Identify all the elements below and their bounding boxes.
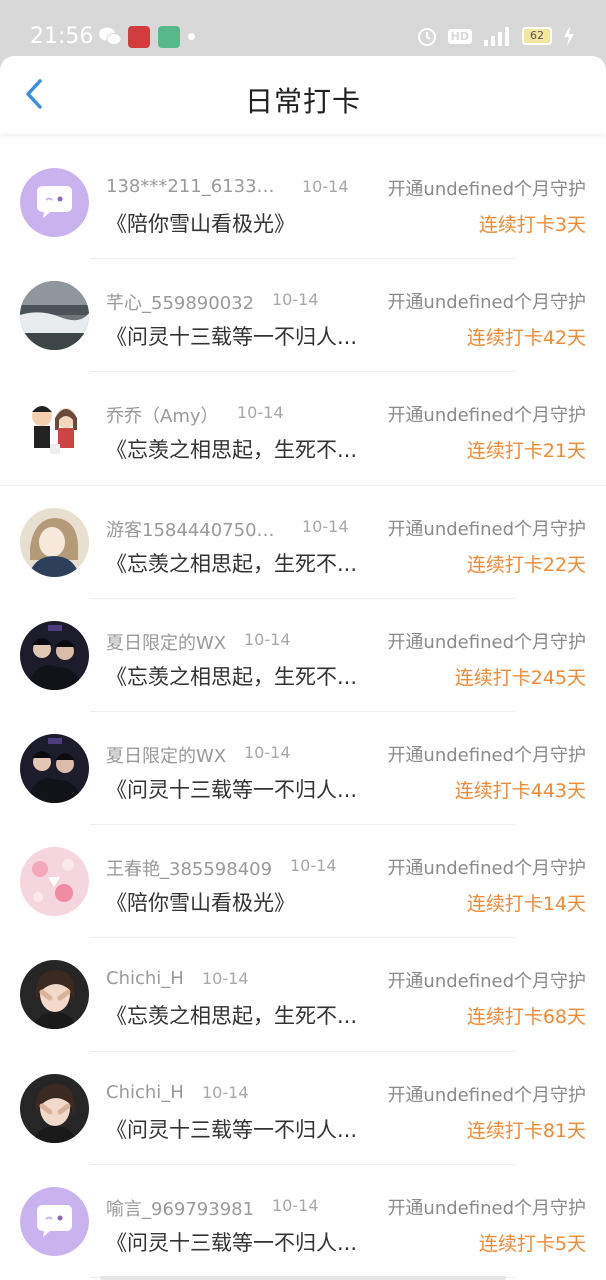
list-item[interactable]: 138***211_61333... 10-14 开通undefined个月守护《陪… bbox=[0, 146, 606, 260]
girl-face-cover-avatar[interactable] bbox=[20, 1073, 89, 1143]
guard-status: 开通undefined个月守护 bbox=[387, 971, 586, 993]
dot-icon bbox=[188, 33, 195, 40]
checkin-date: 10-14 bbox=[302, 177, 349, 196]
app-icon-red bbox=[128, 26, 150, 48]
song-title: 《忘羡之相思起，生死不... bbox=[106, 551, 358, 576]
battery-icon: 62 bbox=[522, 27, 552, 45]
chat-bubble-avatar[interactable] bbox=[20, 168, 89, 237]
streak-count: 连续打卡21天 bbox=[466, 440, 586, 463]
song-title: 《忘羡之相思起，生死不... bbox=[106, 1004, 358, 1029]
user-name: 乔乔（Amy） bbox=[106, 406, 219, 428]
guard-status: 开通undefined个月守护 bbox=[387, 292, 586, 314]
user-name: 喻言_969793981 bbox=[106, 1198, 255, 1220]
list-item[interactable]: Chichi_H 10-14 开通undefined个月守护《忘羡之相思起，生死不.… bbox=[0, 938, 606, 1052]
streak-count: 连续打卡22天 bbox=[466, 553, 586, 576]
checkin-date: 10-14 bbox=[202, 1082, 249, 1102]
user-name: 夏日限定的WX bbox=[106, 632, 227, 654]
alarm-icon bbox=[417, 28, 436, 46]
checkin-date: 10-14 bbox=[272, 290, 319, 310]
list-item[interactable]: 王春艳_385598409 10-14 开通undefined个月守护《陪你雪山看极… bbox=[0, 825, 606, 939]
streak-count: 连续打卡3天 bbox=[478, 214, 586, 236]
two-men-photo-avatar[interactable] bbox=[20, 620, 89, 690]
user-name: 游客15844407500... bbox=[106, 519, 284, 541]
list-item[interactable]: 夏日限定的WX 10-14 开通undefined个月守护《问灵十三载等一不归人..… bbox=[0, 712, 606, 826]
list-item[interactable]: Chichi_H 10-14 开通undefined个月守护《问灵十三载等一不归人.… bbox=[0, 1052, 606, 1165]
wechat-icon bbox=[99, 27, 122, 45]
streak-count: 连续打卡81天 bbox=[466, 1119, 586, 1142]
user-name: Chichi_H bbox=[106, 968, 184, 990]
girl-face-cover-avatar[interactable] bbox=[20, 960, 89, 1030]
hd-badge: HD bbox=[447, 28, 472, 44]
song-title: 《忘羡之相思起，生死不... bbox=[106, 664, 358, 689]
streak-count: 连续打卡245天 bbox=[454, 666, 586, 689]
bolt-icon bbox=[564, 26, 574, 46]
pink-pattern-avatar[interactable] bbox=[20, 847, 89, 917]
page-header: 日常打卡 bbox=[0, 56, 606, 134]
streak-count: 连续打卡443天 bbox=[454, 779, 586, 802]
guard-status: 开通undefined个月守护 bbox=[387, 518, 586, 540]
guard-status: 开通undefined个月守护 bbox=[387, 858, 586, 880]
user-name: 芊心_559890032 bbox=[106, 293, 255, 315]
status-time: 21:56 bbox=[30, 24, 94, 49]
streak-count: 连续打卡5天 bbox=[478, 1232, 586, 1255]
user-name: 王春艳_385598409 bbox=[106, 859, 273, 881]
list-item[interactable]: 喻言_969793981 10-14 开通undefined个月守护《问灵十三载等一… bbox=[0, 1165, 606, 1279]
list-item[interactable]: 游客15844407500... 10-14 开通undefined个月守护《忘羡之… bbox=[0, 486, 606, 599]
song-title: 《忘羡之相思起，生死不... bbox=[106, 438, 358, 463]
song-title: 《问灵十三载等一不归人... bbox=[106, 1230, 358, 1255]
streak-count: 连续打卡14天 bbox=[466, 893, 586, 916]
song-title: 《问灵十三载等一不归人... bbox=[106, 325, 358, 350]
guard-status: 开通undefined个月守护 bbox=[387, 179, 586, 200]
song-title: 《问灵十三载等一不归人... bbox=[106, 777, 358, 802]
user-name: 138***211_61333... bbox=[106, 176, 284, 197]
two-men-photo-avatar[interactable] bbox=[20, 733, 89, 803]
list-item[interactable]: 芊心_559890032 10-14 开通undefined个月守护《问灵十三载等一… bbox=[0, 259, 606, 373]
checkin-date: 10-14 bbox=[272, 1195, 319, 1215]
checkin-date: 10-14 bbox=[244, 742, 291, 762]
guard-status: 开通undefined个月守护 bbox=[387, 1197, 586, 1219]
checkin-date: 10-14 bbox=[302, 516, 349, 536]
waterfall-photo-avatar[interactable] bbox=[20, 281, 89, 351]
streak-count: 连续打卡68天 bbox=[466, 1006, 586, 1029]
signal-icon bbox=[484, 27, 509, 46]
page-title: 日常打卡 bbox=[244, 85, 361, 118]
checkin-date: 10-14 bbox=[290, 856, 337, 876]
user-name: 夏日限定的WX bbox=[106, 745, 227, 767]
checkin-date: 10-14 bbox=[244, 629, 291, 649]
app-icon-green bbox=[158, 26, 180, 48]
list-item[interactable]: 夏日限定的WX 10-14 开通undefined个月守护《忘羡之相思起，生死不..… bbox=[0, 599, 606, 713]
home-indicator bbox=[100, 1276, 506, 1280]
guard-status: 开通undefined个月守护 bbox=[387, 631, 586, 653]
chat-bubble-avatar[interactable] bbox=[20, 1186, 89, 1256]
guard-status: 开通undefined个月守护 bbox=[387, 744, 586, 766]
cartoon-couple-avatar[interactable] bbox=[20, 394, 89, 464]
song-title: 《问灵十三载等一不归人... bbox=[106, 1117, 358, 1142]
song-title: 《陪你雪山看极光》 bbox=[106, 891, 295, 916]
checkin-date: 10-14 bbox=[202, 969, 249, 989]
girl-drawing-avatar[interactable] bbox=[20, 507, 89, 577]
checkin-date: 10-14 bbox=[237, 403, 284, 423]
guard-status: 开通undefined个月守护 bbox=[387, 1084, 586, 1106]
guard-status: 开通undefined个月守护 bbox=[387, 405, 586, 427]
status-right-group: HD 62 bbox=[416, 22, 576, 50]
song-title: 《陪你雪山看极光》 bbox=[106, 212, 295, 236]
list-item[interactable]: 乔乔（Amy） 10-14 开通undefined个月守护《忘羡之相思起，生死不..… bbox=[0, 372, 606, 486]
checkin-list: 138***211_61333... 10-14 开通undefined个月守护 《陪… bbox=[0, 146, 606, 1279]
user-name: Chichi_H bbox=[106, 1081, 184, 1103]
streak-count: 连续打卡42天 bbox=[466, 327, 586, 350]
